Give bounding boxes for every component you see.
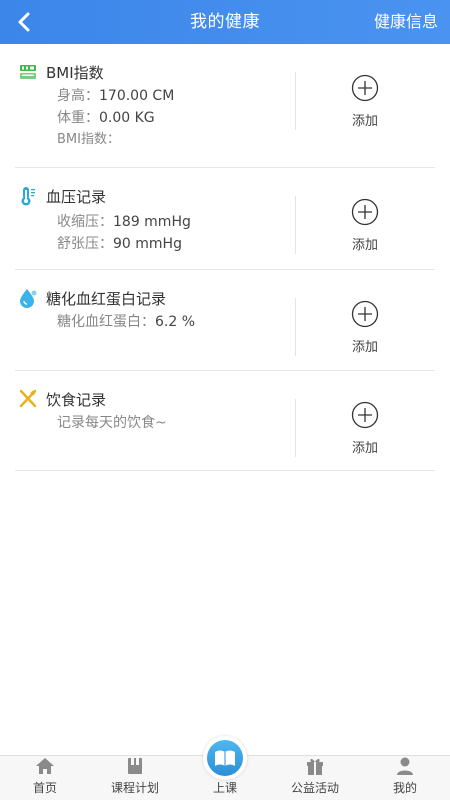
records-list: BMI指数 身高：170.00 CM 体重：0.00 KG BMI指数： 添加 …	[0, 44, 450, 471]
record-title: BMI指数	[46, 63, 104, 82]
center-button-inner	[207, 740, 243, 776]
nav-label: 我的	[392, 781, 417, 795]
thermometer-icon	[18, 186, 38, 206]
user-icon	[394, 756, 416, 776]
nav-home[interactable]: 首页	[0, 756, 90, 800]
record-blood-pressure: 血压记录 收缩压：189 mmHg 舒张压：90 mmHg 添加	[15, 168, 435, 270]
line-label: BMI指数：	[57, 132, 120, 147]
health-info-button[interactable]: 健康信息	[374, 0, 438, 44]
gift-icon	[304, 756, 326, 776]
add-label: 添加	[351, 340, 378, 355]
line-value: 6.2 %	[155, 314, 196, 330]
app-root: 我的健康 健康信息 BMI指数 身高：170.00 CM 体重：0.00 KG …	[0, 0, 450, 800]
add-blood-pressure-button[interactable]: 添加	[335, 198, 395, 253]
bmi-scale-icon	[18, 62, 38, 82]
line-label: 收缩压：	[57, 214, 113, 230]
nav-charity[interactable]: 公益活动	[270, 756, 360, 800]
line-label: 舒张压：	[57, 236, 113, 252]
blood-drop-icon	[18, 288, 38, 308]
center-button[interactable]	[203, 736, 247, 780]
add-diet-button[interactable]: 添加	[335, 401, 395, 456]
line-value: 90 mmHg	[113, 236, 182, 252]
add-label: 添加	[351, 441, 378, 456]
record-title: 血压记录	[46, 187, 107, 206]
line-value: 0.00 KG	[99, 110, 155, 126]
nav-class[interactable]: 上课	[180, 736, 270, 800]
plus-circle-icon	[351, 198, 379, 226]
book-schedule-icon	[124, 756, 146, 776]
bottom-nav: 首页 课程计划 上课 公益活动 我的	[0, 736, 450, 800]
add-label: 添加	[351, 238, 378, 253]
record-bmi: BMI指数 身高：170.00 CM 体重：0.00 KG BMI指数： 添加	[15, 44, 435, 168]
vertical-divider	[295, 72, 296, 130]
vertical-divider	[295, 399, 296, 457]
add-bmi-button[interactable]: 添加	[335, 74, 395, 129]
record-diet: 饮食记录 记录每天的饮食~ 添加	[15, 371, 435, 471]
nav-course-plan[interactable]: 课程计划	[90, 756, 180, 800]
open-book-icon	[215, 750, 235, 766]
plus-circle-icon	[351, 401, 379, 429]
nav-label: 上课	[212, 781, 237, 795]
vertical-divider	[295, 196, 296, 254]
nav-label: 首页	[32, 781, 57, 795]
record-title: 糖化血红蛋白记录	[46, 289, 167, 308]
nav-label: 公益活动	[290, 781, 339, 795]
record-hba1c: 糖化血红蛋白记录 糖化血红蛋白：6.2 % 添加	[15, 270, 435, 371]
nav-label: 课程计划	[110, 781, 159, 795]
line-label: 记录每天的饮食~	[57, 415, 167, 431]
line-label: 体重：	[57, 110, 99, 126]
nav-mine[interactable]: 我的	[360, 756, 450, 800]
line-value: 170.00 CM	[99, 88, 175, 104]
line-label: 糖化血红蛋白：	[57, 314, 155, 330]
plus-circle-icon	[351, 300, 379, 328]
line-label: 身高：	[57, 88, 99, 104]
header-bar: 我的健康 健康信息	[0, 0, 450, 44]
home-icon	[34, 756, 56, 776]
line-value: 189 mmHg	[113, 214, 191, 230]
fork-spoon-icon	[18, 389, 38, 409]
add-hba1c-button[interactable]: 添加	[335, 300, 395, 355]
vertical-divider	[295, 298, 296, 356]
add-label: 添加	[351, 114, 378, 129]
bmi-line: BMI指数：	[57, 129, 435, 151]
plus-circle-icon	[351, 74, 379, 102]
record-title: 饮食记录	[46, 390, 107, 409]
